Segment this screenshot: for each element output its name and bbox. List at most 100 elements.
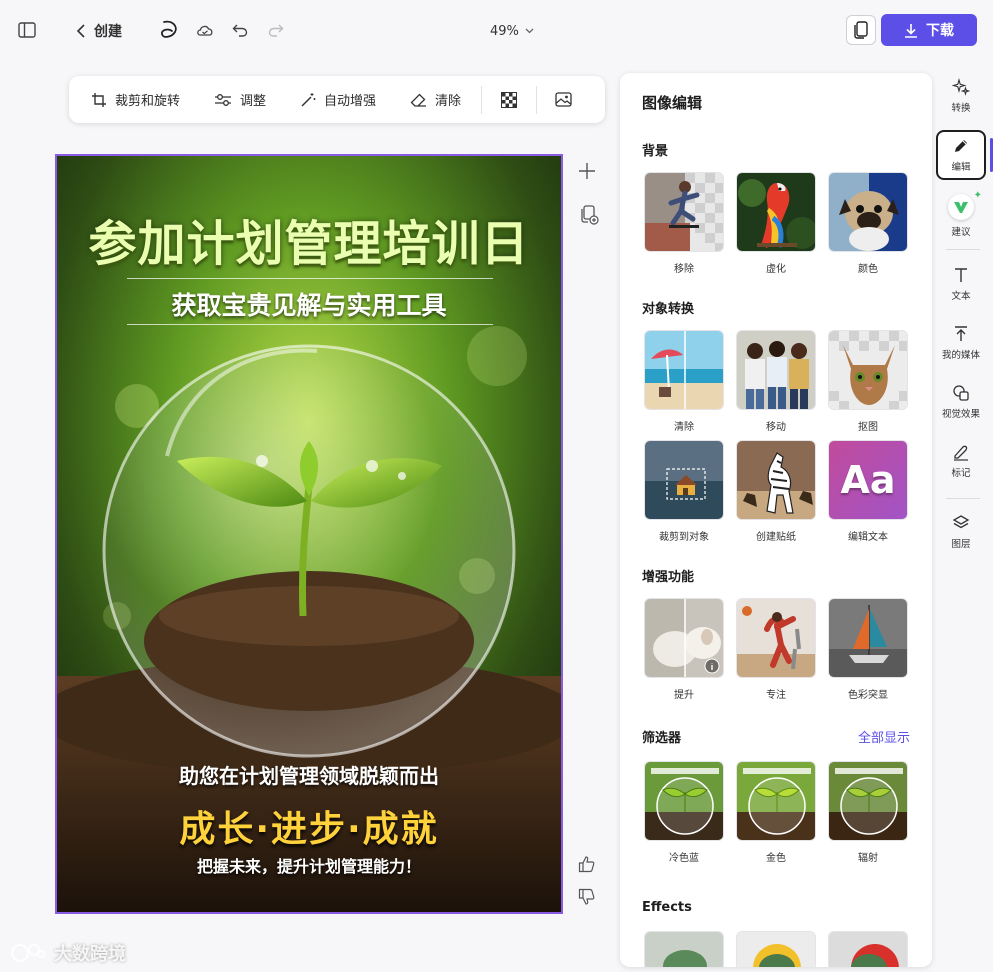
rail-label: 视觉效果 <box>941 409 980 420</box>
cat-thumb-icon <box>829 331 907 409</box>
rail-suggestions-button[interactable]: ✦ 建议 <box>936 190 986 238</box>
show-all-filters-link[interactable]: 全部显示 <box>858 727 910 746</box>
rail-layers-button[interactable]: 图层 <box>936 514 986 550</box>
chevron-left-icon <box>76 24 85 38</box>
crop-icon <box>92 92 106 107</box>
toolbar-divider <box>481 85 483 114</box>
watermark-logo-icon <box>11 944 45 962</box>
succulent-thumb-icon <box>829 932 907 967</box>
layers-icon <box>952 515 970 529</box>
remove-background-thumb[interactable] <box>644 172 724 252</box>
download-button[interactable]: 下载 <box>881 14 977 46</box>
duplicate-page-button[interactable] <box>576 202 602 228</box>
suggestions-icon: ✦ <box>948 190 982 220</box>
edit-text-thumb[interactable]: Aa <box>828 440 908 520</box>
effects-section-title: Effects <box>642 900 692 915</box>
pencil-icon <box>955 140 967 152</box>
upscale-label: 提升 <box>674 690 694 701</box>
transparency-button[interactable] <box>496 85 522 115</box>
zoom-dropdown[interactable]: 49% <box>490 20 534 42</box>
color-pop-thumb[interactable] <box>828 598 908 678</box>
dislike-button[interactable] <box>574 884 600 910</box>
rail-label: 图层 <box>951 539 971 550</box>
upscale-thumb[interactable] <box>644 598 724 678</box>
effect-thumb[interactable] <box>736 931 816 967</box>
back-create-button[interactable]: 创建 <box>76 18 122 44</box>
shapes-icon <box>953 385 969 401</box>
top-bar: 创建 49% 下载 <box>0 0 993 62</box>
sparkle-icon: ✦ <box>973 190 982 201</box>
pages-button[interactable] <box>846 15 876 45</box>
design-canvas[interactable]: 参加计划管理培训日 获取宝贵见解与实用工具 助您在计划管理领域脱颖而出 成长·进… <box>55 154 563 914</box>
designer-logo-icon[interactable] <box>157 18 181 42</box>
upload-icon <box>955 326 967 341</box>
effect-thumb[interactable] <box>828 931 908 967</box>
download-label: 下载 <box>926 23 954 39</box>
color-pop-label: 色彩突显 <box>848 690 888 701</box>
color-background-label: 颜色 <box>858 264 878 275</box>
clear-object-label: 清除 <box>674 422 694 433</box>
thumbs-down-icon <box>578 888 595 905</box>
focus-thumb[interactable] <box>736 598 816 678</box>
sliders-icon <box>215 93 232 106</box>
poster-footer: 把握未来，提升计划管理能力！ <box>196 857 421 876</box>
rail-label: 建议 <box>951 227 971 238</box>
enhance-section-title: 增强功能 <box>642 570 695 585</box>
filter-cool-blue-thumb[interactable] <box>644 761 724 841</box>
rail-visual-effects-button[interactable]: 视觉效果 <box>936 384 986 420</box>
sailboat-thumb-icon <box>829 599 907 677</box>
rail-my-media-button[interactable]: 我的媒体 <box>936 325 986 361</box>
redo-icon[interactable] <box>265 19 287 41</box>
cutout-thumb[interactable] <box>828 330 908 410</box>
color-background-thumb[interactable] <box>828 172 908 252</box>
auto-enhance-button[interactable]: 自动增强 <box>300 85 376 115</box>
rail-label: 编辑 <box>951 162 971 173</box>
create-sticker-thumb[interactable] <box>736 440 816 520</box>
crop-rotate-button[interactable]: 裁剪和旋转 <box>91 85 180 115</box>
rail-annotate-button[interactable]: 标记 <box>936 443 986 479</box>
skateboarder-thumb-icon <box>645 173 723 251</box>
rail-label: 标记 <box>951 468 971 479</box>
undo-icon[interactable] <box>229 19 251 41</box>
adjust-label: 调整 <box>240 94 267 109</box>
blur-background-thumb[interactable] <box>736 172 816 252</box>
rail-convert-button[interactable]: 转换 <box>936 78 986 114</box>
succulent-thumb-icon <box>737 932 815 967</box>
add-page-button[interactable] <box>574 158 600 184</box>
parrot-thumb-icon <box>737 173 815 251</box>
remove-background-label: 移除 <box>674 264 694 275</box>
filter-gold-label: 金色 <box>766 853 786 864</box>
cloud-saved-icon[interactable] <box>194 19 216 41</box>
blur-background-label: 虚化 <box>766 264 786 275</box>
poster-tagline: 助您在计划管理领域脱颖而出 <box>179 764 439 788</box>
succulent-thumb-icon <box>645 932 723 967</box>
adjust-button[interactable]: 调整 <box>214 85 266 115</box>
sidebar-toggle-icon[interactable] <box>16 19 38 41</box>
rail-divider <box>946 249 980 250</box>
replace-image-button[interactable] <box>551 85 577 115</box>
basketball-thumb-icon <box>737 599 815 677</box>
filter-cool-blue-label: 冷色蓝 <box>669 853 699 864</box>
erase-button[interactable]: 清除 <box>410 85 461 115</box>
checkerboard-icon <box>501 91 518 108</box>
move-object-thumb[interactable] <box>736 330 816 410</box>
erase-label: 清除 <box>435 94 462 109</box>
rail-label: 转换 <box>951 103 971 114</box>
clear-object-thumb[interactable] <box>644 330 724 410</box>
crop-to-object-thumb[interactable] <box>644 440 724 520</box>
rail-text-button[interactable]: 文本 <box>936 266 986 302</box>
poster-title: 参加计划管理培训日 <box>88 216 530 272</box>
like-button[interactable] <box>574 851 600 877</box>
toolbar-divider <box>536 85 538 114</box>
effect-thumb[interactable] <box>644 931 724 967</box>
pug-thumb-icon <box>829 173 907 251</box>
background-section-title: 背景 <box>642 144 669 159</box>
filter-radiate-thumb[interactable] <box>828 761 908 841</box>
filter-gold-thumb[interactable] <box>736 761 816 841</box>
create-label: 创建 <box>94 24 122 40</box>
rail-edit-button[interactable]: 编辑 <box>936 130 986 180</box>
create-sticker-label: 创建贴纸 <box>756 532 796 543</box>
filter-preview-icon <box>829 762 907 840</box>
panel-title: 图像编辑 <box>642 94 703 112</box>
filter-radiate-label: 辐射 <box>858 853 878 864</box>
